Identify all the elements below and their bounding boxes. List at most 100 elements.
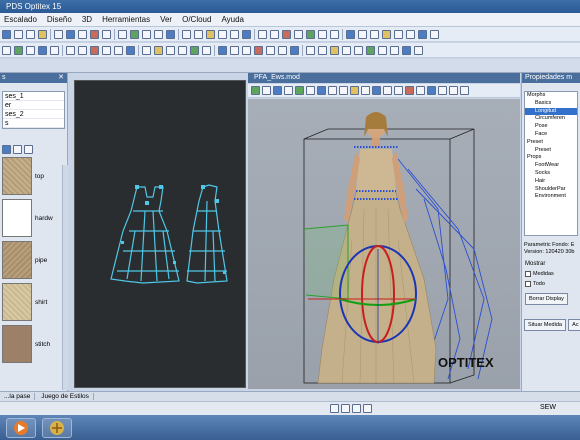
tool-icon[interactable] (405, 86, 414, 95)
tool-icon[interactable] (118, 29, 127, 39)
tool-icon[interactable] (230, 29, 239, 39)
document-icon[interactable] (24, 145, 33, 154)
menu-ver[interactable]: Ver (160, 15, 172, 24)
tool-icon[interactable] (346, 29, 355, 39)
fabric-item[interactable]: hardw (2, 198, 65, 238)
tree-item[interactable]: ShoulderPar (525, 186, 577, 194)
medidas-checkbox[interactable] (525, 271, 531, 277)
tree-item[interactable]: Circumferen (525, 115, 577, 123)
tab-pase[interactable]: ...la pase (0, 393, 36, 400)
tool-icon[interactable] (382, 29, 391, 39)
tool-icon[interactable] (254, 45, 263, 55)
tool-icon[interactable] (262, 86, 271, 95)
tool-icon[interactable] (350, 86, 359, 95)
tool-icon[interactable] (90, 29, 99, 39)
tool-icon[interactable] (90, 45, 99, 55)
tool-icon[interactable] (142, 45, 151, 55)
tool-icon[interactable] (438, 86, 447, 95)
tool-icon[interactable] (178, 45, 187, 55)
fabric-item[interactable]: stitch (2, 324, 65, 364)
tool-icon[interactable] (372, 86, 381, 95)
tool-icon[interactable] (26, 45, 35, 55)
tool-icon[interactable] (114, 45, 123, 55)
brush-icon[interactable] (2, 145, 11, 154)
tool-icon[interactable] (383, 86, 392, 95)
list-item[interactable]: ses_2 (3, 110, 64, 119)
status-tool-icon[interactable] (341, 404, 350, 413)
tool-icon[interactable] (394, 86, 403, 95)
tool-icon[interactable] (414, 45, 423, 55)
brush-icon[interactable] (13, 145, 22, 154)
optitex-app-icon[interactable] (42, 418, 72, 438)
tool-icon[interactable] (290, 45, 299, 55)
tool-icon[interactable] (166, 45, 175, 55)
tool-icon[interactable] (328, 86, 337, 95)
todo-checkbox[interactable] (525, 281, 531, 287)
tool-icon[interactable] (218, 45, 227, 55)
tool-icon[interactable] (317, 86, 326, 95)
tool-icon[interactable] (218, 29, 227, 39)
tool-icon[interactable] (390, 45, 399, 55)
tool-icon[interactable] (427, 86, 436, 95)
tab-juego-de-estilos[interactable]: Juego de Estilos (37, 393, 94, 400)
tool-icon[interactable] (354, 45, 363, 55)
tree-item[interactable]: Hair (525, 178, 577, 186)
list-item[interactable]: s (3, 119, 64, 128)
close-icon[interactable]: ✕ (58, 73, 64, 83)
menu-herramientas[interactable]: Herramientas (102, 15, 150, 24)
tree-item[interactable]: Basics (525, 100, 577, 108)
tool-icon[interactable] (358, 29, 367, 39)
tree-item[interactable]: Morphs (525, 92, 577, 100)
borrar-display-button[interactable]: Borrar Display (525, 293, 568, 305)
tool-icon[interactable] (339, 86, 348, 95)
tool-icon[interactable] (318, 45, 327, 55)
tool-icon[interactable] (330, 29, 339, 39)
tool-icon[interactable] (406, 29, 415, 39)
tool-icon[interactable] (142, 29, 151, 39)
tool-icon[interactable] (130, 29, 139, 39)
tree-item[interactable]: Face (525, 131, 577, 139)
menu-ocloud[interactable]: O/Cloud (182, 15, 211, 24)
menu-escalado[interactable]: Escalado (4, 15, 37, 24)
tool-icon[interactable] (394, 29, 403, 39)
tool-icon[interactable] (342, 45, 351, 55)
tool-icon[interactable] (2, 45, 11, 55)
tool-icon[interactable] (251, 86, 260, 95)
tool-icon[interactable] (54, 29, 63, 39)
situar-medida-button[interactable]: Situar Medida (524, 319, 566, 331)
menu-diseno[interactable]: Diseño (47, 15, 72, 24)
tool-icon[interactable] (182, 29, 191, 39)
tool-icon[interactable] (126, 45, 135, 55)
menu-ayuda[interactable]: Ayuda (221, 15, 244, 24)
menu-3d[interactable]: 3D (82, 15, 92, 24)
tool-icon[interactable] (430, 29, 439, 39)
tool-icon[interactable] (258, 29, 267, 39)
tool-icon[interactable] (449, 86, 458, 95)
avatar-3d-view[interactable]: OPTITEX (248, 99, 520, 389)
tree-item[interactable]: Socks (525, 170, 577, 178)
tool-icon[interactable] (266, 45, 275, 55)
tool-icon[interactable] (50, 45, 59, 55)
tool-icon[interactable] (78, 29, 87, 39)
tool-icon[interactable] (2, 29, 11, 39)
pattern-2d-view[interactable] (74, 80, 246, 388)
list-item[interactable]: er (3, 101, 64, 110)
tool-icon[interactable] (330, 45, 339, 55)
tool-icon[interactable] (14, 29, 23, 39)
tool-icon[interactable] (306, 29, 315, 39)
tool-icon[interactable] (460, 86, 469, 95)
tree-item-selected[interactable]: Longitud (525, 107, 577, 116)
fabric-item[interactable]: pipe (2, 240, 65, 280)
tool-icon[interactable] (242, 29, 251, 39)
tree-item[interactable]: Preset (525, 147, 577, 155)
tree-item[interactable]: Props (525, 154, 577, 162)
status-tool-icon[interactable] (330, 404, 339, 413)
tool-icon[interactable] (273, 86, 282, 95)
left-scrollbar[interactable] (62, 165, 68, 390)
tool-icon[interactable] (278, 45, 287, 55)
tree-item[interactable]: Pose (525, 123, 577, 131)
tool-icon[interactable] (361, 86, 370, 95)
tool-icon[interactable] (66, 45, 75, 55)
tool-icon[interactable] (38, 29, 47, 39)
tool-icon[interactable] (78, 45, 87, 55)
